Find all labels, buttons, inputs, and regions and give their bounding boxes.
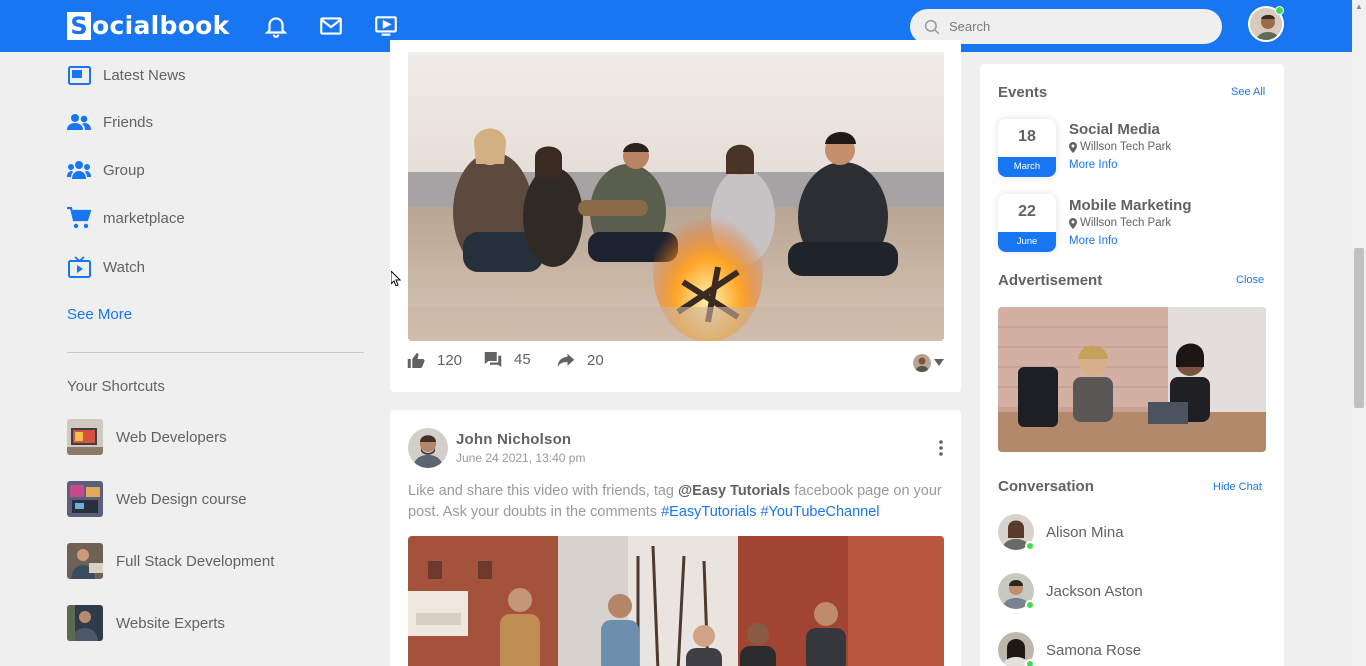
event-location-text: Willson Tech Park <box>1080 217 1172 229</box>
post-text-part: Like and share this video with friends, … <box>408 483 679 499</box>
logo[interactable]: S ocialbook <box>67 11 230 40</box>
event-more-info-link[interactable]: More Info <box>1069 235 1118 247</box>
sidebar-item-marketplace[interactable]: marketplace <box>67 203 185 233</box>
tv-icon <box>67 255 91 279</box>
post-author-name[interactable]: John Nicholson <box>456 431 571 448</box>
comment-count: 45 <box>514 351 531 368</box>
sidebar-item-watch[interactable]: Watch <box>67 252 145 282</box>
logo-letter: S <box>67 11 91 40</box>
chat-contact[interactable]: Alison Mina <box>998 514 1124 551</box>
search-icon <box>924 19 940 34</box>
post-author-avatar[interactable] <box>408 428 448 468</box>
more-options-icon[interactable] <box>937 440 945 456</box>
group-icon <box>67 158 91 182</box>
like-action[interactable]: 120 <box>407 352 462 369</box>
contact-avatar <box>998 573 1035 610</box>
chat-contact[interactable]: Samona Rose <box>998 632 1141 666</box>
bell-icon[interactable] <box>263 13 289 39</box>
sidebar-item-label: Friends <box>103 113 154 131</box>
divider <box>67 352 364 353</box>
hashtag-links[interactable]: #EasyTutorials #YouTubeChannel <box>661 504 879 520</box>
shortcut-thumbnail <box>67 481 103 517</box>
advertisement-image[interactable] <box>998 307 1266 452</box>
event-month: March <box>998 157 1056 177</box>
shortcut-full-stack-development[interactable]: Full Stack Development <box>67 543 274 579</box>
sidebar-item-label: marketplace <box>103 209 185 227</box>
close-ad-link[interactable]: Close <box>1236 274 1264 286</box>
events-heading: Events <box>998 84 1048 101</box>
online-status-dot <box>1025 541 1035 551</box>
sidebar-item-group[interactable]: Group <box>67 155 145 185</box>
event-date-badge: 22 June <box>998 194 1056 252</box>
mouse-cursor-icon <box>391 271 401 286</box>
shortcut-web-design-course[interactable]: Web Design course <box>67 481 247 517</box>
post-text: Like and share this video with friends, … <box>408 481 944 523</box>
shortcut-label: Web Developers <box>116 428 227 446</box>
map-pin-icon <box>1069 217 1077 229</box>
sidebar-item-latest-news[interactable]: Latest News <box>67 60 186 90</box>
sidebar-item-label: Watch <box>103 258 145 276</box>
shortcut-thumbnail <box>67 543 103 579</box>
video-icon[interactable] <box>373 13 399 39</box>
event-title[interactable]: Social Media <box>1069 121 1160 138</box>
contact-name: Alison Mina <box>1046 523 1124 541</box>
share-count: 20 <box>587 352 604 369</box>
mention-link[interactable]: @Easy Tutorials <box>678 483 790 499</box>
contact-avatar <box>998 632 1035 666</box>
shortcut-thumbnail <box>67 419 103 455</box>
share-action[interactable]: 20 <box>557 352 604 369</box>
logo-text: ocialbook <box>92 11 230 40</box>
contact-avatar <box>998 514 1035 551</box>
cart-icon <box>67 206 91 230</box>
scroll-up-arrow[interactable]: ▲ <box>1354 2 1364 12</box>
post-date: June 24 2021, 13:40 pm <box>456 451 586 465</box>
sidebar-item-label: Latest News <box>103 66 186 84</box>
like-count: 120 <box>437 352 463 369</box>
friends-icon <box>67 110 91 134</box>
see-all-events-link[interactable]: See All <box>1231 86 1265 98</box>
comment-icon <box>484 352 502 367</box>
map-pin-icon <box>1069 141 1077 153</box>
post-image[interactable] <box>408 52 944 341</box>
contact-name: Jackson Aston <box>1046 582 1143 600</box>
shortcut-thumbnail <box>67 605 103 641</box>
event-day: 18 <box>1018 128 1036 145</box>
post-image[interactable] <box>408 536 944 666</box>
online-status-dot <box>1025 659 1035 666</box>
event-title[interactable]: Mobile Marketing <box>1069 197 1192 214</box>
shortcut-label: Web Design course <box>116 490 247 508</box>
event-day: 22 <box>1018 203 1036 220</box>
shortcut-label: Full Stack Development <box>116 552 275 570</box>
mail-icon[interactable] <box>318 13 344 39</box>
online-status-dot <box>1025 600 1035 610</box>
share-icon <box>557 353 575 368</box>
comment-action[interactable]: 45 <box>484 351 531 368</box>
thumbs-up-icon <box>407 353 425 368</box>
caret-down-icon[interactable] <box>934 359 944 366</box>
search-input[interactable] <box>949 19 1199 34</box>
event-location: Willson Tech Park <box>1069 141 1171 153</box>
sidebar-item-label: Group <box>103 161 145 179</box>
scrollbar-thumb[interactable] <box>1354 248 1364 408</box>
see-more-link[interactable]: See More <box>67 306 132 323</box>
search-bar[interactable] <box>910 9 1222 44</box>
shortcut-label: Website Experts <box>116 614 225 632</box>
hide-chat-link[interactable]: Hide Chat <box>1213 481 1262 493</box>
contact-name: Samona Rose <box>1046 641 1142 659</box>
shortcut-web-developers[interactable]: Web Developers <box>67 419 227 455</box>
event-date-badge: 18 March <box>998 119 1056 177</box>
online-status-dot <box>1275 6 1284 15</box>
chat-contact[interactable]: Jackson Aston <box>998 573 1143 610</box>
advertisement-heading: Advertisement <box>998 272 1103 289</box>
event-more-info-link[interactable]: More Info <box>1069 159 1118 171</box>
news-icon <box>67 63 91 87</box>
conversation-heading: Conversation <box>998 478 1094 495</box>
sidebar-item-friends[interactable]: Friends <box>67 107 153 137</box>
post-privacy-avatar[interactable] <box>913 354 931 372</box>
shortcuts-heading: Your Shortcuts <box>67 378 165 395</box>
event-location: Willson Tech Park <box>1069 217 1171 229</box>
shortcut-website-experts[interactable]: Website Experts <box>67 605 225 641</box>
event-location-text: Willson Tech Park <box>1080 141 1172 153</box>
event-month: June <box>998 232 1056 252</box>
